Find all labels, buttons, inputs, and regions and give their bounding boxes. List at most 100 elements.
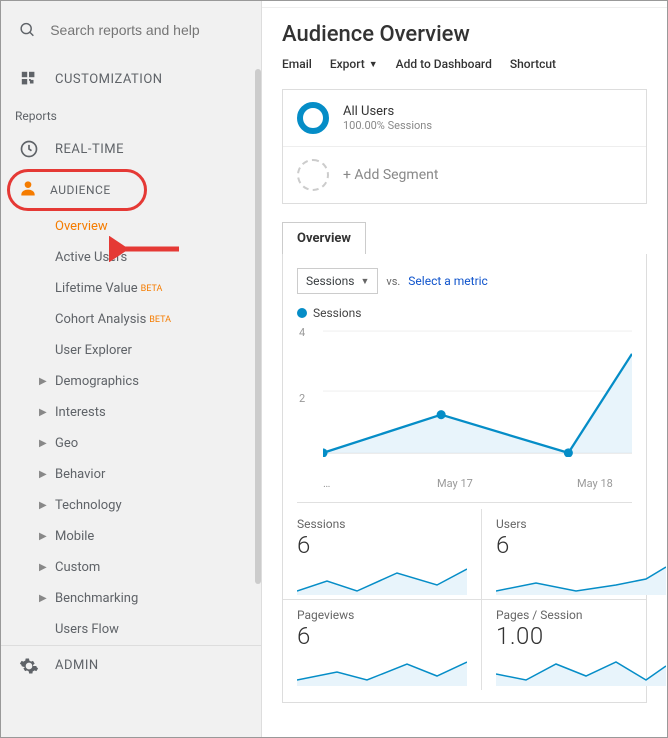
caret-right-icon: ▶ [39,469,47,480]
nav-realtime-label: REAL-TIME [55,142,124,157]
metric-pages-per-session[interactable]: Pages / Session 1.00 [482,600,667,690]
metric-sessions-value: 6 [297,531,467,559]
caret-right-icon: ▶ [39,407,47,418]
caret-right-icon: ▶ [39,593,47,604]
sub-item-label: Overview [55,219,108,234]
search-input[interactable] [50,22,243,38]
main-panel: Audience Overview Email Export ▼ Add to D… [261,1,667,737]
segment-all-users[interactable]: All Users 100.00% Sessions [283,90,646,146]
action-export-label: Export [330,57,365,71]
reports-header: Reports [1,99,261,129]
sub-item-label: Interests [55,405,106,420]
chart-svg [323,322,632,457]
gear-icon [19,656,39,676]
beta-badge: BETA [141,284,163,294]
add-segment[interactable]: + Add Segment [283,147,646,203]
audience-subitems: OverviewActive UsersLifetime ValueBETACo… [1,211,261,645]
chart-card: Sessions ▼ vs. Select a metric Sessions … [282,254,647,703]
audience-item-mobile[interactable]: ▶Mobile [55,521,261,552]
caret-right-icon: ▶ [39,562,47,573]
audience-item-active-users[interactable]: Active Users [55,242,261,273]
audience-item-benchmarking[interactable]: ▶Benchmarking [55,583,261,614]
sparkline [297,654,467,686]
audience-item-users-flow[interactable]: Users Flow [55,614,261,645]
metric-sessions[interactable]: Sessions 6 [283,509,482,599]
caret-right-icon: ▶ [39,500,47,511]
audience-item-technology[interactable]: ▶Technology [55,490,261,521]
sub-item-label: Benchmarking [55,591,138,606]
dashboard-icon [19,69,39,89]
nav-customization[interactable]: CUSTOMIZATION [1,59,261,99]
metric-pps-label: Pages / Session [496,608,666,622]
sub-item-label: Users Flow [55,622,119,637]
tab-strip: Overview [282,222,647,254]
sub-item-label: Technology [55,498,122,513]
sub-item-label: Mobile [55,529,94,544]
sub-item-label: Lifetime Value [55,281,138,296]
audience-item-geo[interactable]: ▶Geo [55,428,261,459]
metric-dropdown-label: Sessions [306,274,354,288]
sparkline [297,563,467,595]
segment-subtitle: 100.00% Sessions [343,119,432,132]
audience-item-user-explorer[interactable]: User Explorer [55,335,261,366]
search-row [1,1,261,59]
chart-legend: Sessions [283,300,646,322]
sparkline [496,654,666,686]
metric-pps-value: 1.00 [496,622,666,650]
sub-item-label: User Explorer [55,343,132,358]
metric-dropdown[interactable]: Sessions ▼ [297,268,378,294]
metric-users-label: Users [496,517,666,531]
sidebar: CUSTOMIZATION Reports REAL-TIME AUDIENCE… [1,1,261,737]
sub-item-label: Geo [55,436,78,451]
legend-dot-icon [297,308,307,318]
tab-overview[interactable]: Overview [282,222,366,254]
metrics-row-1: Sessions 6 Users 6 [283,509,646,599]
sparkline [496,563,666,595]
chart-controls: Sessions ▼ vs. Select a metric [283,254,646,300]
nav-admin[interactable]: ADMIN [1,645,261,685]
audience-item-custom[interactable]: ▶Custom [55,552,261,583]
search-icon [19,20,36,40]
sub-item-label: Demographics [55,374,139,389]
y-tick-2: 2 [299,392,305,405]
metric-users-value: 6 [496,531,666,559]
audience-item-demographics[interactable]: ▶Demographics [55,366,261,397]
metric-users[interactable]: Users 6 [482,509,667,599]
beta-badge: BETA [149,315,171,325]
audience-item-overview[interactable]: Overview [55,211,261,242]
legend-label: Sessions [313,306,361,320]
x-tick-0: … [323,477,330,490]
audience-item-interests[interactable]: ▶Interests [55,397,261,428]
sub-item-label: Cohort Analysis [55,312,146,327]
metrics-row-2: Pageviews 6 Pages / Session 1.00 [283,599,646,690]
action-add-dashboard[interactable]: Add to Dashboard [396,57,492,71]
page-title: Audience Overview [282,8,647,57]
main-chart: 4 2 … May 17 May 18 [297,322,632,492]
segment-ring-icon [297,102,329,134]
nav-audience-label: AUDIENCE [50,183,111,197]
clock-icon [19,139,39,159]
audience-item-cohort-analysis[interactable]: Cohort AnalysisBETA [55,304,261,335]
caret-right-icon: ▶ [39,438,47,449]
nav-admin-label: ADMIN [55,658,99,673]
metric-sessions-label: Sessions [297,517,467,531]
x-tick-2: May 18 [577,477,613,490]
action-shortcut[interactable]: Shortcut [510,57,556,71]
audience-item-behavior[interactable]: ▶Behavior [55,459,261,490]
caret-right-icon: ▶ [39,531,47,542]
sub-item-label: Custom [55,560,100,575]
add-segment-label: + Add Segment [343,167,438,183]
caret-right-icon: ▶ [39,376,47,387]
action-export[interactable]: Export ▼ [330,57,378,71]
segment-card: All Users 100.00% Sessions + Add Segment [282,89,647,204]
caret-down-icon: ▼ [369,59,378,70]
segment-title: All Users [343,104,432,119]
nav-realtime[interactable]: REAL-TIME [1,129,261,169]
select-metric-link[interactable]: Select a metric [408,274,488,288]
nav-audience[interactable]: AUDIENCE [7,169,147,211]
sub-item-label: Active Users [55,250,127,265]
audience-item-lifetime-value[interactable]: Lifetime ValueBETA [55,273,261,304]
metric-pageviews-value: 6 [297,622,467,650]
action-email[interactable]: Email [282,57,312,71]
metric-pageviews[interactable]: Pageviews 6 [283,600,482,690]
